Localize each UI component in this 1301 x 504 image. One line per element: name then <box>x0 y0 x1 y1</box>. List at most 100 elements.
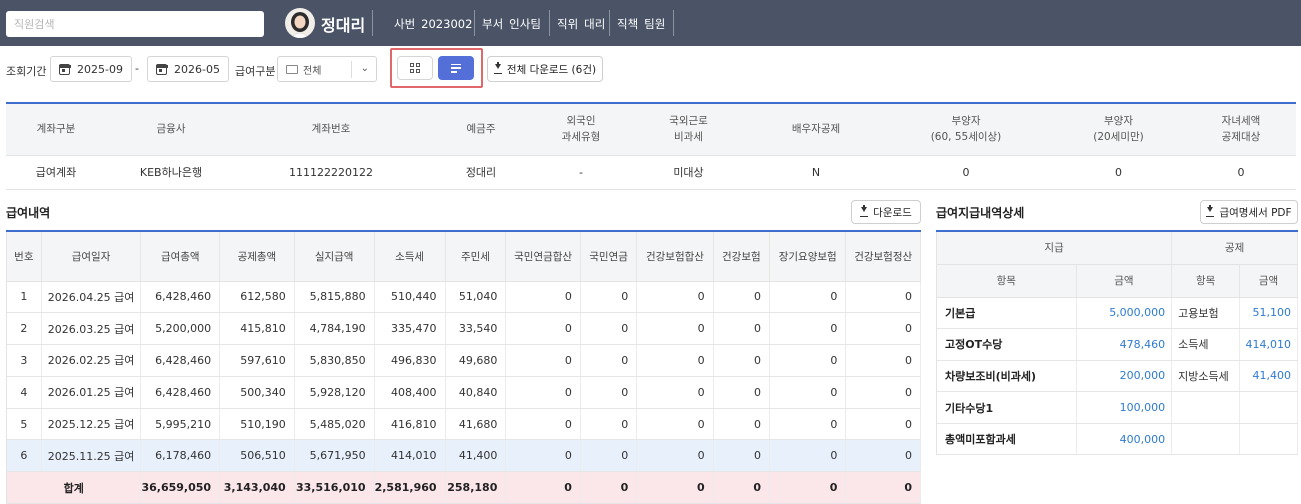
table-cell: 0 <box>580 439 638 473</box>
employee-search-input[interactable] <box>6 11 264 37</box>
pay-type-value: 전체 <box>303 65 322 77</box>
total-cell: 36,659,050 <box>140 471 221 504</box>
pay-history-title: 급여내역 <box>6 206 51 220</box>
cell-foreigner-tax: - <box>536 155 626 190</box>
table-cell: 0 <box>636 408 714 441</box>
pay-amount: 5,000,000 <box>1076 297 1173 330</box>
table-cell: 41,400 <box>445 439 507 473</box>
table-cell: 0 <box>636 281 714 314</box>
account-row[interactable]: 급여계좌 KEB하나은행 111122220122 정대리 - 미대상 N 0 … <box>6 155 1296 190</box>
header-pay-item: 항목 <box>936 264 1077 298</box>
pay-detail-title: 급여지급내역상세 <box>936 206 1025 220</box>
group-pay-header: 지급 <box>936 231 1173 265</box>
table-cell: 4 <box>6 376 42 409</box>
table-cell: 0 <box>505 376 581 409</box>
cell-child-tax-credit: 0 <box>1186 155 1296 190</box>
table-cell: 2026.02.25 급여 <box>41 344 142 377</box>
table-row[interactable]: 1 2026.04.25 급여 6,428,460 612,580 5,815,880 5… <box>6 281 921 314</box>
end-month-value: 2026-05 <box>174 62 220 76</box>
divider <box>474 10 475 36</box>
table-cell: 2026.04.25 급여 <box>41 281 142 314</box>
detail-group-row: 지급 공제 <box>936 231 1298 265</box>
payslip-pdf-button[interactable]: 급여명세서 PDF <box>1200 200 1298 224</box>
total-label: 합계 <box>6 471 142 504</box>
table-cell: 4,784,190 <box>294 312 375 346</box>
pay-amount: 400,000 <box>1076 423 1173 456</box>
header-health-sum: 건강보험합산 <box>636 231 714 282</box>
header-spouse-deduction: 배우자공제 <box>751 103 881 156</box>
table-row[interactable]: 2 2026.03.25 급여 5,200,000 415,810 4,784,190 3… <box>6 312 921 346</box>
table-cell: 408,400 <box>374 376 446 409</box>
table-cell: 0 <box>769 281 847 314</box>
pay-amount: 100,000 <box>1076 391 1173 424</box>
table-cell: 0 <box>636 439 714 473</box>
table-row[interactable]: 6 2025.11.25 급여 6,178,460 506,510 5,671,950 4… <box>6 439 921 473</box>
detail-rows: 기본급 5,000,000 고용보험 51,100 고정OT수당 478,460 소득세 41… <box>936 297 1298 456</box>
start-month-picker[interactable]: 2025-09 <box>50 56 132 82</box>
end-month-picker[interactable]: 2026-05 <box>147 56 229 82</box>
deduction-item: 소득세 <box>1171 328 1241 361</box>
total-cell: 2,581,960 <box>374 471 446 504</box>
table-cell: 3 <box>6 344 42 377</box>
pay-type-select[interactable]: 전체 ⌄ <box>277 56 377 82</box>
total-cell: 258,180 <box>445 471 507 504</box>
total-cell: 33,516,010 <box>294 471 375 504</box>
cell-bank: KEB하나은행 <box>106 155 236 190</box>
header-pay-amount: 금액 <box>1076 264 1173 298</box>
download-all-button[interactable]: 전체 다운로드 (6건) <box>487 56 603 82</box>
total-cell: 3,143,040 <box>219 471 295 504</box>
table-cell: 415,810 <box>219 312 295 346</box>
table-cell: 5 <box>6 408 42 441</box>
table-cell: 2 <box>6 312 42 346</box>
table-cell: 0 <box>845 281 921 314</box>
header-total-deduction: 공제총액 <box>219 231 295 282</box>
table-row[interactable]: 4 2026.01.25 급여 6,428,460 500,340 5,928,120 4… <box>6 376 921 409</box>
table-cell: 0 <box>636 312 714 346</box>
wallet-icon <box>286 64 298 74</box>
list-view-button[interactable] <box>438 56 474 80</box>
header-gross-pay: 급여총액 <box>140 231 221 282</box>
start-month-value: 2025-09 <box>77 62 123 76</box>
pay-item: 차량보조비(비과세) <box>936 360 1077 393</box>
deduction-item <box>1171 423 1241 456</box>
table-cell: 5,671,950 <box>294 439 375 473</box>
cell-spouse-deduction: N <box>751 155 881 190</box>
pay-download-button[interactable]: 다운로드 <box>851 200 921 224</box>
download-icon <box>860 205 869 217</box>
table-cell: 6 <box>6 439 42 473</box>
total-cell: 0 <box>769 471 847 504</box>
table-cell: 2025.12.25 급여 <box>41 408 142 441</box>
grid-view-icon <box>410 63 420 73</box>
header-holder: 예금주 <box>426 103 536 156</box>
cell-dependent-minor: 0 <box>1051 155 1186 190</box>
table-cell: 5,815,880 <box>294 281 375 314</box>
table-cell: 0 <box>845 439 921 473</box>
header-income-tax: 소득세 <box>374 231 446 282</box>
chevron-down-icon: ⌄ <box>360 63 369 74</box>
pay-item: 총액미포함과세 <box>936 423 1077 456</box>
deduction-amount <box>1239 423 1298 456</box>
avatar <box>285 8 315 38</box>
total-cell: 0 <box>580 471 638 504</box>
table-cell: 5,928,120 <box>294 376 375 409</box>
pay-item: 기타수당1 <box>936 391 1077 424</box>
pay-rows: 1 2026.04.25 급여 6,428,460 612,580 5,815,880 5… <box>6 281 921 504</box>
pay-amount: 200,000 <box>1076 360 1173 393</box>
cell-overseas-nontax: 미대상 <box>626 155 751 190</box>
table-cell: 335,470 <box>374 312 446 346</box>
table-cell: 0 <box>713 376 771 409</box>
table-cell: 0 <box>580 344 638 377</box>
grid-view-button[interactable] <box>397 56 433 80</box>
detail-column-row: 항목 금액 항목 금액 <box>936 264 1298 298</box>
table-row[interactable]: 3 2026.02.25 급여 6,428,460 597,610 5,830,850 4… <box>6 344 921 377</box>
cell-account-number: 111122220122 <box>236 155 426 190</box>
table-cell: 40,840 <box>445 376 507 409</box>
account-table: 계좌구분 금융사 계좌번호 예금주 외국인 과세유형 국외근로 비과세 배우자공제 … <box>6 102 1296 190</box>
total-cell: 0 <box>713 471 771 504</box>
pay-amount: 478,460 <box>1076 328 1173 361</box>
table-row[interactable]: 5 2025.12.25 급여 5,995,210 510,190 5,485,020 4… <box>6 408 921 441</box>
cell-holder: 정대리 <box>426 155 536 190</box>
header-deduction-amount: 금액 <box>1239 264 1298 298</box>
deduction-amount: 414,010 <box>1239 328 1298 361</box>
table-cell: 0 <box>505 408 581 441</box>
